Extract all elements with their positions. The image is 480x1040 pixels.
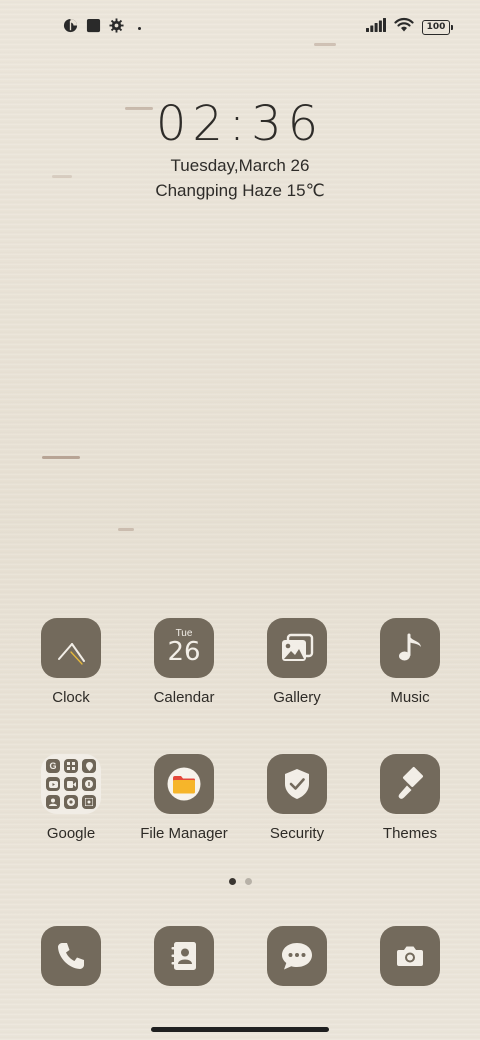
music-note-icon xyxy=(380,618,440,678)
dot-icon xyxy=(138,26,141,30)
calendar-icon: Tue 26 xyxy=(154,618,214,678)
app-label: Security xyxy=(269,825,325,842)
app-label: Gallery xyxy=(273,689,321,706)
assistant-icon xyxy=(82,777,96,791)
app-label: Music xyxy=(390,689,430,706)
photos-mini-icon xyxy=(82,795,96,809)
clock-widget-time[interactable]: 02:36 xyxy=(0,96,480,152)
clock-widget-date: Tuesday,March 26 xyxy=(170,156,310,175)
folder-icon xyxy=(154,754,214,814)
contacts-icon xyxy=(154,926,214,986)
dock-camera[interactable] xyxy=(355,926,465,986)
app-music[interactable]: Music xyxy=(355,618,465,706)
camera-icon xyxy=(380,926,440,986)
app-file-manager[interactable]: File Manager xyxy=(129,754,239,842)
grid-apps-icon xyxy=(64,759,78,773)
home-gesture-bar[interactable] xyxy=(151,1027,329,1032)
chrome-icon xyxy=(64,795,78,809)
wifi-icon xyxy=(394,17,414,37)
page-indicator xyxy=(0,878,480,885)
paint-brush-icon xyxy=(380,754,440,814)
calendar-day-number: 26 xyxy=(167,637,201,667)
page-dot-2[interactable] xyxy=(244,878,252,885)
dock-phone[interactable] xyxy=(16,926,126,986)
weather-text[interactable]: Changping Haze 15℃ xyxy=(0,181,480,201)
contacts-mini-icon xyxy=(46,795,60,809)
messages-icon xyxy=(267,926,327,986)
signal-icon xyxy=(366,17,386,37)
battery-icon: 100 xyxy=(422,19,453,35)
app-label: Clock xyxy=(52,689,90,706)
square-notification-icon xyxy=(86,18,101,38)
dock-contacts[interactable] xyxy=(129,926,239,986)
app-security[interactable]: Security xyxy=(242,754,352,842)
gallery-icon xyxy=(267,618,327,678)
app-google-folder[interactable]: G Google xyxy=(16,754,126,842)
data-saver-icon xyxy=(63,18,78,38)
app-clock[interactable]: Clock xyxy=(16,618,126,706)
app-label: Calendar xyxy=(153,689,215,706)
phone-icon xyxy=(41,926,101,986)
shield-check-icon xyxy=(267,754,327,814)
app-gallery[interactable]: Gallery xyxy=(242,618,352,706)
gear-icon xyxy=(109,18,124,38)
google-folder-icon: G xyxy=(41,754,101,814)
app-label: File Manager xyxy=(140,825,228,842)
status-bar: 100 xyxy=(0,0,480,54)
meet-video-icon xyxy=(64,777,78,791)
clock-icon xyxy=(41,618,101,678)
maps-pin-icon xyxy=(82,759,96,773)
dock-messages[interactable] xyxy=(242,926,352,986)
google-search-icon: G xyxy=(46,759,60,773)
youtube-icon xyxy=(46,777,60,791)
app-label: Google xyxy=(46,825,96,842)
app-themes[interactable]: Themes xyxy=(355,754,465,842)
page-dot-1[interactable] xyxy=(228,878,236,885)
app-label: Themes xyxy=(382,825,438,842)
app-calendar[interactable]: Tue 26 Calendar xyxy=(129,618,239,706)
